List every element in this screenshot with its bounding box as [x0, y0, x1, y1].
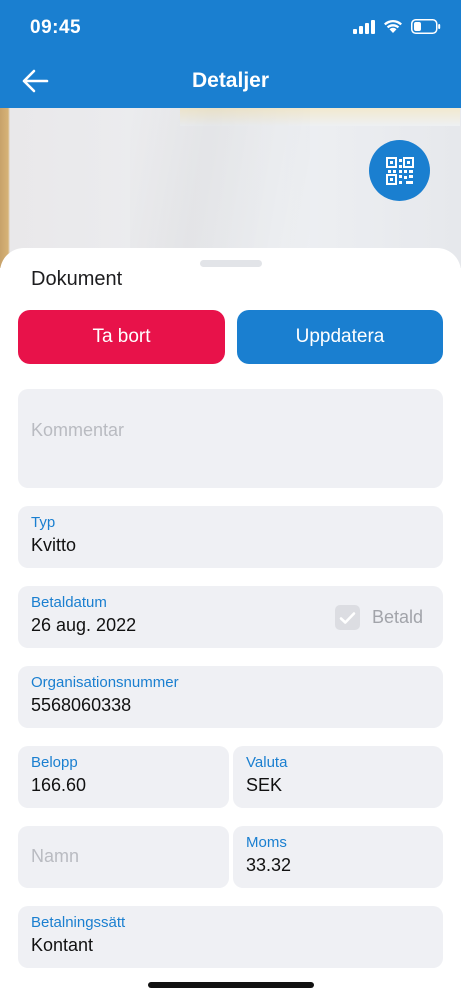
vat-value: 33.32: [246, 855, 292, 875]
org-number-value: 5568060338: [31, 695, 132, 715]
type-value: Kvitto: [31, 535, 77, 555]
name-placeholder: Namn: [31, 846, 80, 866]
paid-checkbox-box[interactable]: [334, 605, 360, 630]
amount-label: Belopp: [31, 754, 78, 771]
payment-method-value: Kontant: [31, 935, 94, 955]
org-number-label: Organisationsnummer: [31, 674, 179, 691]
status-icons: [353, 19, 441, 34]
amount-field[interactable]: Belopp 166.60: [18, 746, 229, 808]
type-label: Typ: [31, 514, 56, 531]
currency-value: SEK: [246, 775, 283, 795]
update-button[interactable]: Uppdatera: [237, 310, 443, 364]
paid-checkbox[interactable]: Betald: [334, 605, 423, 630]
qr-code-icon: [385, 156, 414, 185]
name-field[interactable]: Namn: [18, 826, 229, 888]
header: 09:45 Detaljer: [0, 0, 461, 108]
details-sheet: Dokument Ta bort Uppdatera Kommentar Typ…: [0, 248, 461, 998]
payment-date-field[interactable]: Betaldatum 26 aug. 2022 Betald: [18, 586, 443, 648]
paid-label: Betald: [371, 607, 423, 627]
wifi-icon: [384, 19, 402, 33]
comment-placeholder: Kommentar: [31, 420, 125, 440]
paper-shading: [130, 108, 310, 268]
payment-method-field[interactable]: Betalningssätt Kontant: [18, 906, 443, 968]
currency-label: Valuta: [246, 754, 288, 771]
comment-field[interactable]: Kommentar: [18, 389, 443, 488]
status-bar: 09:45: [0, 0, 461, 56]
type-field[interactable]: Typ Kvitto: [18, 506, 443, 568]
vat-field[interactable]: Moms 33.32: [233, 826, 443, 888]
page-title: Detaljer: [191, 69, 270, 92]
currency-field[interactable]: Valuta SEK: [233, 746, 443, 808]
delete-button[interactable]: Ta bort: [18, 310, 225, 364]
signal-icon: [353, 19, 375, 34]
nav-bar: Detaljer: [0, 56, 461, 108]
payment-method-label: Betalningssätt: [31, 914, 126, 931]
checkmark-icon: [339, 611, 356, 624]
sheet-grabber[interactable]: [200, 260, 262, 267]
status-time: 09:45: [30, 17, 82, 38]
battery-icon: [411, 19, 441, 34]
home-indicator: [148, 982, 314, 988]
org-number-field[interactable]: Organisationsnummer 5568060338: [18, 666, 443, 728]
payment-date-value: 26 aug. 2022: [31, 615, 137, 635]
sheet-title: Dokument: [31, 268, 123, 290]
qr-code-button[interactable]: [369, 140, 430, 201]
payment-date-label: Betaldatum: [31, 594, 107, 611]
app-screen: 09:45 Detaljer Dokument Ta bort Uppdater…: [0, 0, 461, 998]
amount-value: 166.60: [31, 775, 87, 795]
vat-label: Moms: [246, 834, 287, 851]
